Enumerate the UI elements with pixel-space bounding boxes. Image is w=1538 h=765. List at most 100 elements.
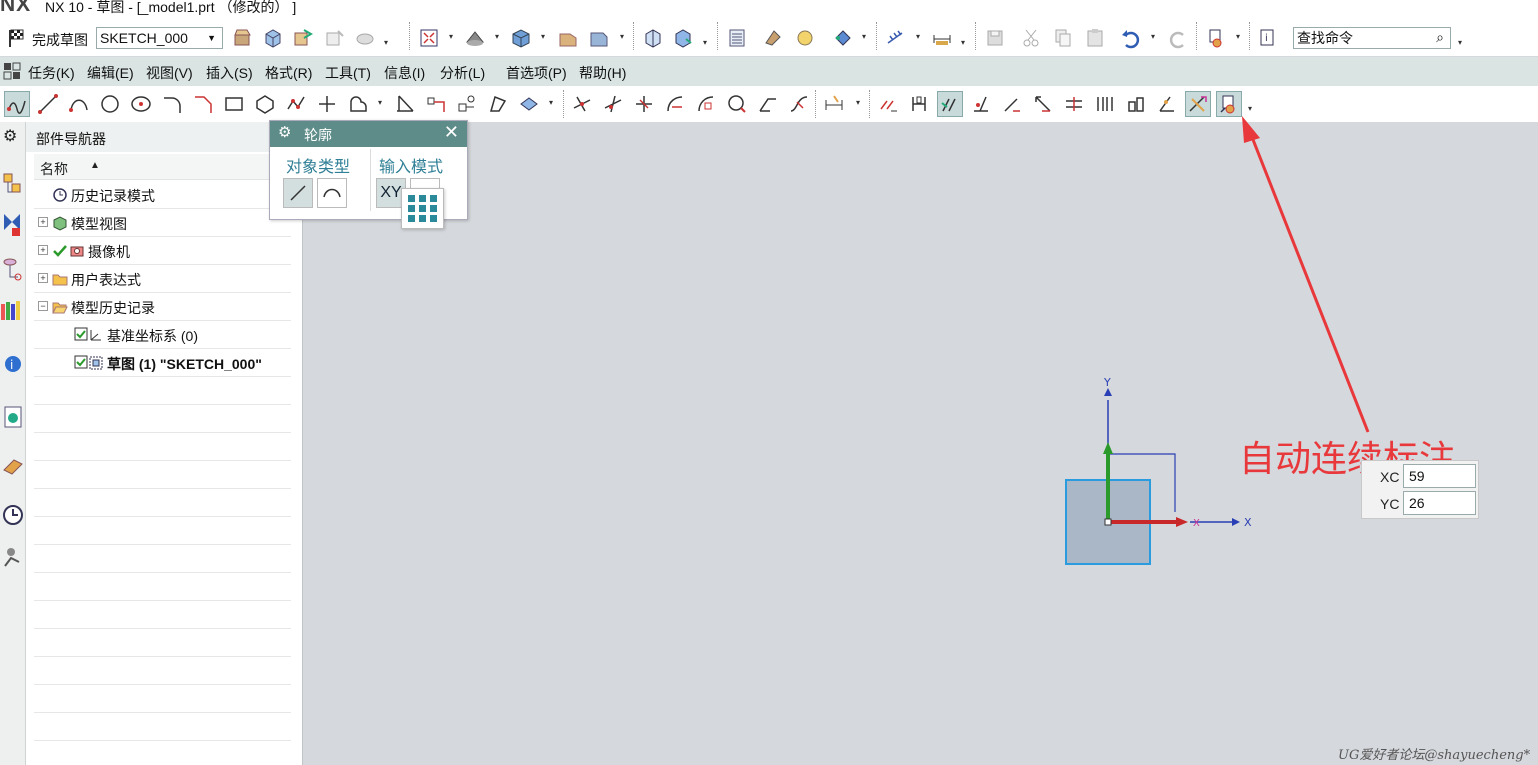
dialog-title-bar[interactable]: ⚙ 轮廓 ✕ [270, 121, 467, 147]
make-corner-icon[interactable] [454, 91, 480, 117]
tree-row-datum-csys[interactable]: 基准坐标系 (0) [34, 321, 291, 349]
yc-input[interactable]: 26 [1403, 491, 1476, 515]
chevron-down-icon[interactable]: ▾ [384, 38, 392, 48]
pattern-icon[interactable] [516, 91, 542, 117]
origin-marker[interactable] [1104, 518, 1112, 526]
save-icon[interactable] [982, 25, 1008, 51]
curve-edit-icon[interactable] [786, 91, 812, 117]
view-icon[interactable] [670, 25, 696, 51]
perimeter-dimension-icon[interactable] [1123, 91, 1149, 117]
column-header-name[interactable]: 名称 ▲ [34, 154, 291, 180]
circle-trim-icon[interactable] [724, 91, 750, 117]
project-icon[interactable] [569, 91, 595, 117]
polygon-icon[interactable] [252, 91, 278, 117]
mirror-icon[interactable] [485, 91, 511, 117]
reuse-library-tab-icon[interactable] [0, 298, 24, 327]
animate-dimension-icon[interactable] [1061, 91, 1087, 117]
menu-info[interactable]: 信息(I) [384, 63, 425, 83]
box-icon[interactable] [508, 25, 534, 51]
expand-plus-icon[interactable]: + [38, 273, 48, 283]
fit-view-icon[interactable] [416, 25, 442, 51]
derived-lines-icon[interactable] [631, 91, 657, 117]
table-icon[interactable] [724, 25, 750, 51]
chevron-down-icon[interactable]: ▾ [703, 38, 711, 48]
tree-row-sketch[interactable]: 草图 (1) "SKETCH_000" [34, 349, 291, 377]
copy-icon[interactable] [1050, 25, 1076, 51]
line-type-button[interactable] [283, 178, 313, 208]
menu-grid-icon[interactable] [3, 62, 21, 83]
studio-spline-icon[interactable] [283, 91, 309, 117]
arc-icon[interactable] [66, 91, 92, 117]
chevron-down-icon[interactable]: ▾ [1236, 32, 1244, 42]
chevron-down-icon[interactable]: ▾ [961, 38, 969, 48]
line-icon[interactable] [35, 91, 61, 117]
menu-insert[interactable]: 插入(S) [206, 63, 253, 83]
pattern-curve-icon[interactable] [693, 91, 719, 117]
chevron-down-icon[interactable]: ▾ [856, 98, 864, 108]
gear-icon[interactable]: ⚙ [278, 123, 291, 141]
roles-tab-icon[interactable] [2, 544, 24, 573]
move-icon[interactable] [830, 25, 856, 51]
tree-row-cameras[interactable]: + 摄像机 [34, 237, 291, 265]
web-browser-tab-icon[interactable]: i [2, 350, 24, 379]
chevron-down-icon[interactable]: ▾ [1151, 32, 1159, 42]
assembly-navigator-tab-icon[interactable] [2, 212, 24, 241]
geometric-constraints-icon[interactable] [906, 91, 932, 117]
quick-extend-icon[interactable] [423, 91, 449, 117]
auto-dimension-icon[interactable] [1185, 91, 1211, 117]
show-constraints-icon[interactable] [968, 91, 994, 117]
dimension-measure-icon[interactable] [929, 25, 955, 51]
arc-type-button[interactable] [317, 178, 347, 208]
update-model-icon[interactable] [322, 25, 348, 51]
cut-icon[interactable] [1018, 25, 1044, 51]
rectangle-icon[interactable] [221, 91, 247, 117]
process-studio-tab-icon[interactable] [2, 452, 24, 481]
point-icon[interactable] [128, 91, 154, 117]
chevron-down-icon[interactable]: ▾ [1458, 38, 1466, 48]
clock-tab-icon[interactable] [2, 502, 24, 531]
expand-plus-icon[interactable]: + [38, 245, 48, 255]
quick-trim-icon[interactable] [392, 91, 418, 117]
fillet-corner-icon[interactable] [755, 91, 781, 117]
history-tab-icon[interactable] [2, 404, 24, 433]
menu-view[interactable]: 视图(V) [146, 63, 193, 83]
constraints-icon[interactable] [875, 91, 901, 117]
finish-sketch-icon[interactable] [4, 25, 30, 51]
info-icon[interactable]: i [1255, 25, 1281, 51]
cube-icon[interactable] [640, 25, 666, 51]
xc-input[interactable]: 59 [1403, 464, 1476, 488]
measure-icon[interactable] [760, 25, 786, 51]
ruler-icon[interactable] [883, 25, 909, 51]
dimension-icon[interactable] [1203, 25, 1229, 51]
fillet-icon[interactable] [159, 91, 185, 117]
finish-sketch-label[interactable]: 完成草图 [32, 30, 88, 50]
tree-row-history-mode[interactable]: 历史记录模式 [34, 181, 291, 209]
redo-icon[interactable] [1165, 25, 1191, 51]
alternate-solution-icon[interactable] [1030, 91, 1056, 117]
command-search-input[interactable]: 查找命令 ⌕ [1293, 27, 1451, 49]
chevron-down-icon[interactable]: ▾ [449, 32, 457, 42]
angular-dimension-icon[interactable] [1154, 91, 1180, 117]
expand-plus-icon[interactable]: + [38, 217, 48, 227]
menu-format[interactable]: 格式(R) [265, 63, 312, 83]
collapse-minus-icon[interactable]: − [38, 301, 48, 311]
chevron-down-icon[interactable]: ▾ [549, 98, 557, 108]
chamfer-icon[interactable] [190, 91, 216, 117]
menu-edit[interactable]: 编辑(E) [87, 63, 134, 83]
chevron-down-icon[interactable]: ▾ [495, 32, 503, 42]
menu-tools[interactable]: 工具(T) [325, 63, 371, 83]
undo-icon[interactable] [1118, 25, 1144, 51]
offset-curve-icon[interactable] [662, 91, 688, 117]
part-navigator-tab-icon[interactable] [2, 172, 24, 201]
tree-row-model-views[interactable]: + 模型视图 [34, 209, 291, 237]
close-icon[interactable]: ✕ [444, 122, 459, 143]
check-icon[interactable] [792, 25, 818, 51]
sort-ascending-icon[interactable]: ▲ [90, 160, 100, 171]
paste-icon[interactable] [1082, 25, 1108, 51]
chevron-down-icon[interactable]: ▾ [378, 98, 386, 108]
intersection-icon[interactable] [600, 91, 626, 117]
snap-grid-popup[interactable] [401, 188, 444, 229]
orient-to-sketch-icon[interactable] [260, 25, 286, 51]
chevron-down-icon[interactable]: ▾ [541, 32, 549, 42]
tree-row-model-history[interactable]: − 模型历史记录 [34, 293, 291, 321]
